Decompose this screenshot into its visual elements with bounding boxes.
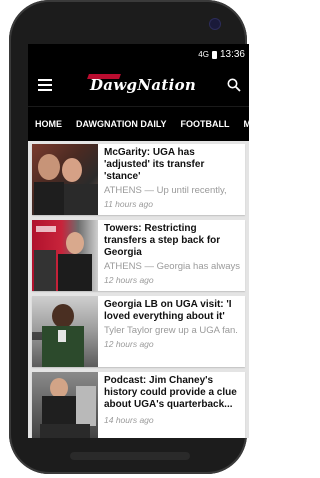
category-tabs: HOME DAWGNATION DAILY FOOTBALL MEN [28,106,249,141]
tab-home[interactable]: HOME [28,119,69,129]
article-thumbnail [32,296,98,367]
phone-speaker [70,452,190,460]
battery-icon [211,50,217,59]
article-time: 14 hours ago [104,415,154,425]
article-headline: Georgia LB on UGA visit: 'I loved everyt… [104,299,232,322]
article-card[interactable]: McGarity: UGA has 'adjusted' its transfe… [32,144,245,215]
signal-icon: 4G [198,50,209,59]
article-excerpt: Tyler Taylor grew up a UGA fan. [104,325,238,336]
app-bar: DawgNation [28,66,249,106]
article-feed: McGarity: UGA has 'adjusted' its transfe… [28,141,249,438]
article-excerpt: ATHENS — Up until recently, [104,185,227,196]
status-time: 13:36 [219,49,245,60]
article-time: 12 hours ago [104,275,154,285]
article-excerpt: ATHENS — Georgia has always [104,261,240,272]
article-headline: Towers: Restricting transfers a step bac… [104,223,221,258]
article-thumbnail [32,372,98,438]
article-card[interactable]: Georgia LB on UGA visit: 'I loved everyt… [32,296,245,367]
tab-football[interactable]: FOOTBALL [174,119,237,129]
search-icon[interactable] [227,78,241,92]
article-time: 12 hours ago [104,339,154,349]
menu-icon[interactable] [38,79,52,91]
article-card[interactable]: Podcast: Jim Chaney's history could prov… [32,372,245,438]
phone-screen: 4G 13:36 DawgNation HOME DAWGNATION DAIL… [28,44,249,438]
app-logo: DawgNation [90,76,197,94]
status-bar: 4G 13:36 [28,44,249,66]
tab-men[interactable]: MEN [237,119,249,129]
article-time: 11 hours ago [104,199,153,209]
article-card[interactable]: Towers: Restricting transfers a step bac… [32,220,245,291]
article-headline: McGarity: UGA has 'adjusted' its transfe… [104,147,205,182]
front-camera [209,18,221,30]
article-thumbnail [32,220,98,291]
article-thumbnail [32,144,98,215]
article-headline: Podcast: Jim Chaney's history could prov… [104,375,237,410]
tab-dawgnation-daily[interactable]: DAWGNATION DAILY [69,119,174,129]
